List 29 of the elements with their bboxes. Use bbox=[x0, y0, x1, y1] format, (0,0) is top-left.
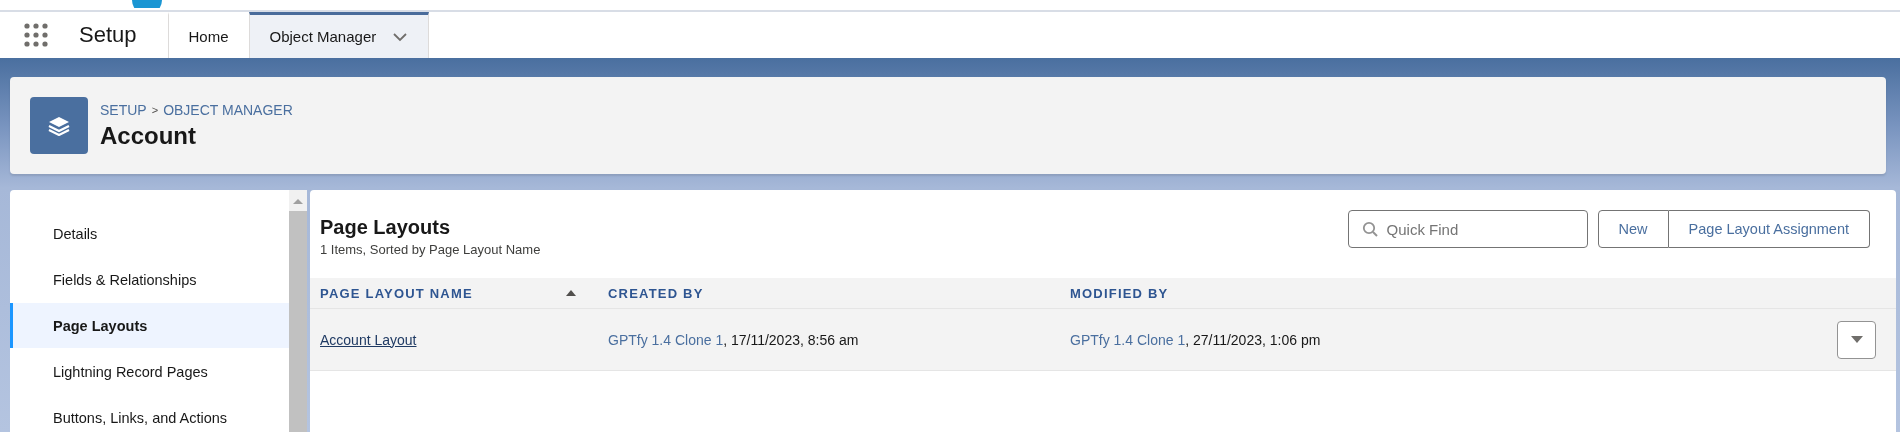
action-button[interactable]: New bbox=[1597, 210, 1669, 248]
sidebar-item[interactable]: Page Layouts bbox=[10, 303, 289, 348]
row-actions-button[interactable] bbox=[1837, 320, 1876, 359]
created-date: , 17/11/2023, 8:56 am bbox=[723, 331, 859, 348]
section-subtitle: 1 Items, Sorted by Page Layout Name bbox=[320, 242, 542, 257]
search-field[interactable]: Quick Find bbox=[1347, 210, 1588, 248]
breadcrumb-separator: > bbox=[151, 103, 159, 116]
action-button[interactable]: Page Layout Assignment bbox=[1668, 210, 1870, 248]
column-header[interactable]: CREATED BY bbox=[608, 285, 704, 301]
scrollbar[interactable] bbox=[289, 190, 307, 432]
breadcrumb-link[interactable]: OBJECT MANAGER bbox=[163, 101, 293, 118]
nav-tab[interactable]: Object Manager bbox=[248, 12, 430, 58]
scroll-up-icon bbox=[292, 198, 304, 205]
sidebar-item[interactable]: Buttons, Links, and Actions bbox=[10, 395, 289, 432]
page-title: Account bbox=[100, 121, 197, 150]
app-name: Setup bbox=[79, 22, 137, 48]
sidebar-item[interactable]: Fields & Relationships bbox=[10, 257, 289, 302]
sidebar-item[interactable]: Lightning Record Pages bbox=[10, 349, 289, 394]
breadcrumb-link[interactable]: SETUP bbox=[100, 101, 147, 118]
section-title: Page Layouts bbox=[320, 216, 452, 239]
sidebar-item[interactable]: Details bbox=[10, 211, 289, 256]
column-header[interactable]: MODIFIED BY bbox=[1070, 285, 1169, 301]
logo-icon bbox=[132, 0, 162, 8]
column-header[interactable]: PAGE LAYOUT NAME bbox=[320, 285, 473, 301]
layout-link[interactable]: Account Layout bbox=[320, 331, 417, 348]
caret-down-icon bbox=[1850, 336, 1863, 343]
app-launcher-icon[interactable] bbox=[24, 23, 48, 47]
layers-icon bbox=[48, 115, 70, 136]
modified-date: , 27/11/2023, 1:06 pm bbox=[1185, 331, 1321, 348]
